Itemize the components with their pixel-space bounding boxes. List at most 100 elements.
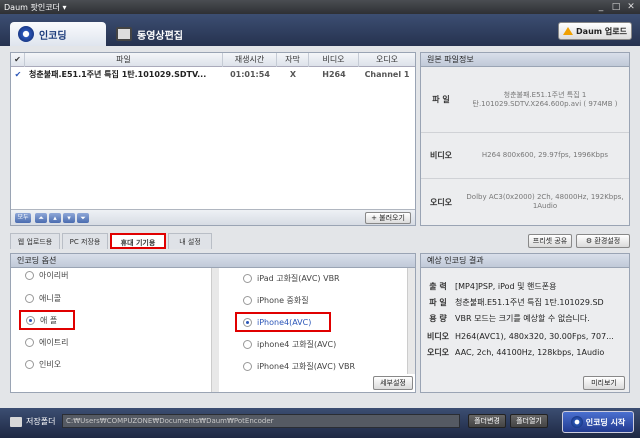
option-label: iphone4 고화질(AVC) [257,339,337,349]
right-option-scrollbar[interactable] [407,268,415,374]
header-file[interactable]: 파일 [25,53,223,67]
header-check[interactable]: ✔ [11,53,25,67]
tab-mobile-device[interactable]: 휴대 기기용 [110,233,166,249]
option-invio[interactable]: 인비오 [25,356,61,372]
option-apple[interactable]: 애 플 [19,310,75,330]
select-all-button[interactable]: 모두 [15,213,31,223]
move-bottom-button[interactable]: ⏷ [77,213,89,223]
window-title[interactable]: Daum 팟인코더 ▾ [4,3,66,12]
result-value: H264(AVC1), 480x320, 30.00Fps, 707... [455,331,614,341]
disc-icon [570,416,583,428]
option-label: iPad 고화질(AVC) VBR [257,273,340,283]
file-row-duration: 01:01:54 [230,70,270,79]
change-folder-button[interactable]: 폴더변경 [468,414,506,428]
option-iphone4-hq-vbr[interactable]: iPhone4 고화질(AVC) VBR [243,358,355,374]
option-label: iPhone4(AVC) [257,317,312,327]
header-video[interactable]: 비디오 [309,53,359,67]
radio-selected-icon[interactable] [243,317,252,327]
preview-button[interactable]: 미리보기 [583,376,625,390]
save-folder-label: 저장폴더 [26,417,56,426]
radio-icon[interactable] [25,337,34,347]
option-label: 애니콜 [39,293,62,303]
expected-result-panel: 예상 인코딩 결과 출 력 [MP4]PSP, iPod 및 핸드폰용 파 일 청춘… [420,253,630,393]
file-row-checkbox[interactable]: ✔ [11,67,25,83]
move-down-button[interactable]: ▾ [63,213,75,223]
source-file-value: 청춘불패.E51.1주년 특집 1탄.101029.SDTV.X264.600p… [472,90,618,108]
settings-label: 환경설정 [594,237,621,245]
option-label: iPhone 중화질 [257,295,309,305]
source-audio-row: 오디오 Dolby AC3(0x2000) 2Ch, 48000Hz, 192K… [421,179,629,225]
tab-encoding-label: 인코딩 [39,30,67,42]
start-encoding-button[interactable]: 인코딩 시작 [562,411,634,433]
tab-web-upload[interactable]: 웹 업로드용 [10,233,60,249]
tab-my-settings[interactable]: 내 설정 [168,233,212,249]
open-folder-button[interactable]: 폴더열기 [510,414,548,428]
result-row-file: 파 일 청춘불패.E51.1주년 특집 1탄.101029.SD [421,294,629,310]
open-file-button[interactable]: + 불러오기 [365,212,411,224]
disc-icon [18,26,34,42]
settings-button[interactable]: ⚙ 환경설정 [576,234,630,248]
source-video-label: 비디오 [429,151,453,160]
detail-settings-button[interactable]: 세부설정 [373,376,413,390]
encoding-options-panel: 인코딩 옵션 아이리버 애니콜 애 플 에이트리 인비오 iPad 고화질(AV… [10,253,416,393]
tab-encoding[interactable]: 인코딩 [10,22,106,46]
option-iphone4-hq[interactable]: iphone4 고화질(AVC) [243,336,336,352]
source-file-label: 파 일 [432,95,450,104]
option-label: 아이리버 [39,270,69,280]
option-label: 인비오 [39,359,62,369]
daum-upload-label: Daum 업로드 [576,26,627,36]
file-row-video: H264 [322,70,346,79]
result-value: [MP4]PSP, iPod 및 핸드폰용 [455,281,557,291]
header-audio[interactable]: 오디오 [359,53,415,67]
option-iphone-mq[interactable]: iPhone 중화질 [243,292,309,308]
radio-icon[interactable] [25,359,34,369]
minimize-button[interactable]: _ [595,2,607,12]
tab-video-edit[interactable]: 동영상편집 [108,22,206,46]
file-row-name: 청춘불패.E51.1주년 특집 1탄.101029.SDTV... [29,70,207,79]
option-atree[interactable]: 에이트리 [25,334,68,350]
option-iriver[interactable]: 아이리버 [25,267,68,283]
source-info-panel: 원본 파일정보 파 일 청춘불패.E51.1주년 특집 1탄.101029.SD… [420,52,630,226]
option-label: 에이트리 [39,337,69,347]
source-video-value: H264 800x600, 29.97fps, 1996Kbps [481,151,609,159]
file-list-panel: ✔ 파일 재생시간 자막 비디오 오디오 ✔ 청춘불패.E51.1주년 특집 1… [10,52,416,226]
option-iphone4-avc[interactable]: iPhone4(AVC) [235,312,331,332]
header-subtitle[interactable]: 자막 [277,53,309,67]
daum-upload-button[interactable]: Daum 업로드 [558,22,632,40]
maximize-button[interactable]: □ [610,2,622,12]
option-label: 애 플 [40,315,58,325]
move-up-button[interactable]: ▴ [49,213,61,223]
option-label: iPhone4 고화질(AVC) VBR [257,361,356,371]
save-path-field[interactable]: C:₩Users₩COMPUZONE₩Documents₩Daum₩PotEnc… [62,414,460,428]
option-anycall[interactable]: 애니콜 [25,290,61,306]
move-top-button[interactable]: ⏶ [35,213,47,223]
result-row-audio: 오디오 AAC, 2ch, 44100Hz, 128kbps, 1Audio [421,344,629,360]
title-bar: Daum 팟인코더 ▾ _ □ ✕ [0,0,640,14]
result-row-video: 비디오 H264(AVC1), 480x320, 30.00Fps, 707... [421,328,629,344]
upload-arrow-icon [563,27,574,35]
result-value: VBR 모드는 크기를 예상할 수 없습니다. [455,313,590,323]
radio-icon[interactable] [243,361,252,371]
preset-share-button[interactable]: 프리셋 공유 [528,234,572,248]
expected-result-title: 예상 인코딩 결과 [421,254,629,268]
result-label: 출 력 [429,281,447,291]
header-duration[interactable]: 재생시간 [223,53,277,67]
source-video-row: 비디오 H264 800x600, 29.97fps, 1996Kbps [421,133,629,179]
file-row-subtitle: X [289,70,297,79]
option-ipad-hq-vbr[interactable]: iPad 고화질(AVC) VBR [243,270,340,286]
close-button[interactable]: ✕ [625,2,637,12]
tab-pc-save[interactable]: PC 저장용 [62,233,108,249]
result-row-size: 용 량 VBR 모드는 크기를 예상할 수 없습니다. [421,310,629,326]
radio-icon[interactable] [25,270,34,280]
radio-selected-icon[interactable] [26,315,35,325]
file-list-header: ✔ 파일 재생시간 자막 비디오 오디오 [11,53,415,67]
result-label: 파 일 [429,297,447,307]
radio-icon[interactable] [243,273,252,283]
left-option-scrollbar[interactable] [211,268,219,392]
file-row-audio: Channel 1 [364,70,410,79]
radio-icon[interactable] [243,295,252,305]
radio-icon[interactable] [25,293,34,303]
result-label: 비디오 [426,331,450,341]
file-row[interactable]: ✔ 청춘불패.E51.1주년 특집 1탄.101029.SDTV... 01:0… [11,67,415,83]
radio-icon[interactable] [243,339,252,349]
